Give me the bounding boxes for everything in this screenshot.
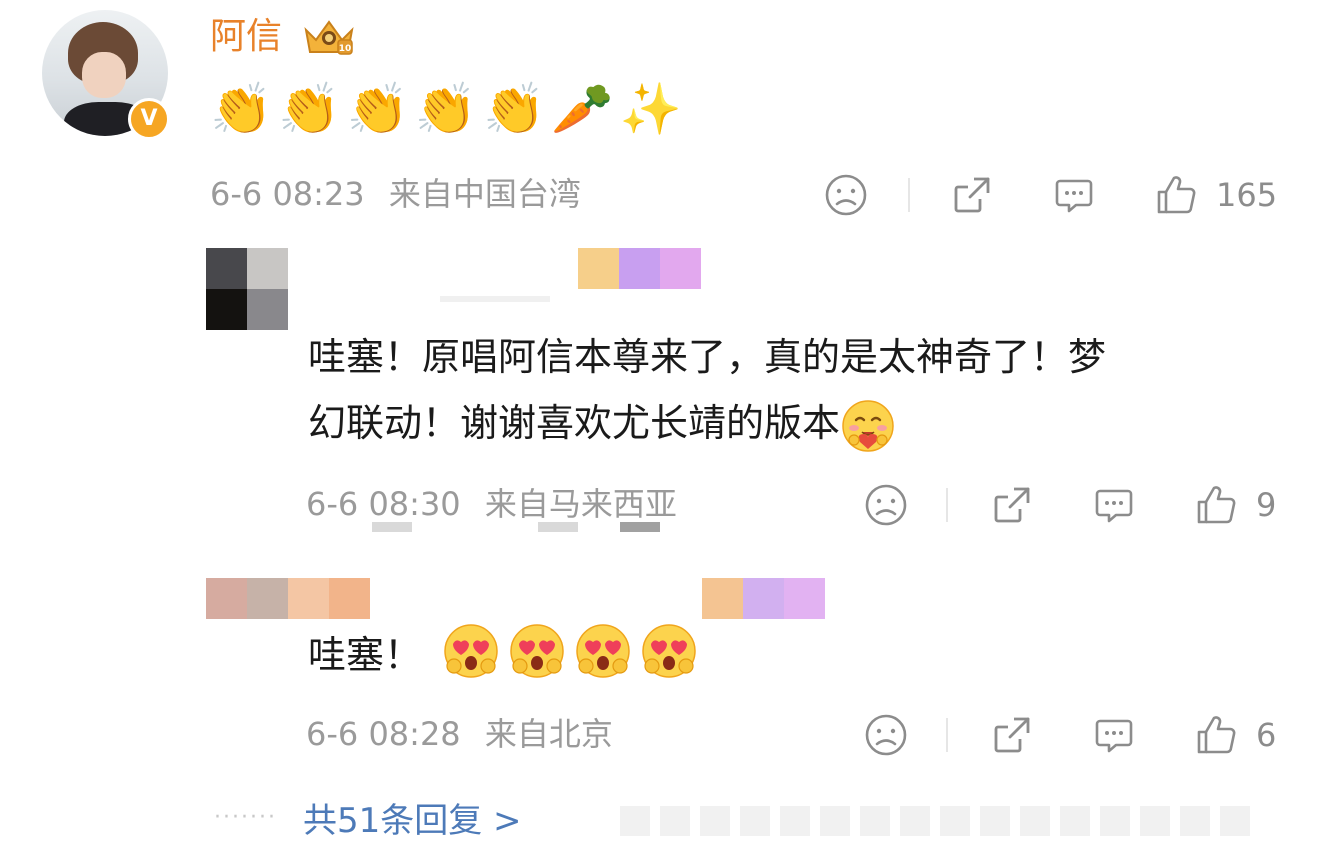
like-icon (1157, 176, 1196, 214)
clap-emoji: 👏 (278, 80, 341, 138)
location: 来自马来西亚 (484, 485, 677, 523)
like-icon (1197, 716, 1236, 754)
reply-username-mosaic (702, 578, 825, 619)
comment-icon (1095, 719, 1133, 753)
sparkles-emoji: ✨ (619, 80, 682, 138)
heart-eyes-emoji (576, 624, 630, 678)
emoji-row (442, 622, 698, 680)
location: 来自中国台湾 (388, 175, 581, 213)
heart-eyes-emoji (510, 624, 564, 678)
clap-emoji: 👏 (483, 80, 546, 138)
blurred-text (372, 522, 412, 532)
reply-username-mosaic (578, 248, 701, 289)
more-replies-link[interactable]: ······· 共51条回复 > (214, 792, 522, 842)
reply-avatar-mosaic (206, 248, 288, 330)
timestamp: 6-6 08:28 (306, 715, 461, 753)
frown-icon (825, 174, 867, 216)
blurred-text (538, 522, 578, 532)
action-bar: 165 (824, 170, 1284, 220)
frown-icon (865, 484, 907, 526)
share-icon (954, 177, 990, 213)
svg-text:10: 10 (339, 44, 352, 54)
vip-crown-icon: 10 (304, 20, 354, 55)
reply-text: 哇塞！原唱阿信本尊来了，真的是太神奇了！梦 幻联动！谢谢喜欢尤长靖的版本 (308, 324, 1106, 456)
dots-separator: ······· (214, 804, 277, 830)
share-icon (994, 717, 1030, 753)
carrot-emoji: 🥕 (551, 80, 614, 138)
like-count: 6 (1256, 716, 1277, 754)
heart-eyes-emoji (642, 624, 696, 678)
frown-icon (865, 714, 907, 756)
reply-meta: 6-6 08:30 来自马来西亚 (306, 482, 677, 526)
divider (946, 718, 948, 752)
verified-badge: V (128, 98, 170, 140)
dislike-button[interactable] (864, 480, 908, 530)
reply-avatar-mosaic (206, 578, 370, 619)
like-button[interactable]: 6 (1194, 710, 1276, 760)
blurred-footer (620, 806, 1320, 836)
reply-meta: 6-6 08:28 来自北京 (306, 712, 613, 756)
reply-text-line: 哇塞！原唱阿信本尊来了，真的是太神奇了！梦 (308, 335, 1107, 379)
clap-emoji: 👏 (210, 80, 273, 138)
comment-button[interactable] (1052, 170, 1096, 220)
comment-icon (1095, 489, 1133, 523)
reply-text: 哇塞！ (308, 633, 423, 677)
clap-emoji: 👏 (346, 80, 409, 138)
dislike-button[interactable] (864, 710, 908, 760)
share-icon (994, 487, 1030, 523)
share-button[interactable] (990, 710, 1034, 760)
username[interactable]: 阿信 (210, 12, 282, 62)
divider (946, 488, 948, 522)
clap-emoji: 👏 (414, 80, 478, 138)
timestamp: 6-6 08:23 (210, 175, 365, 213)
comment-meta: 6-6 08:23 来自中国台湾 (210, 172, 581, 216)
comment-button[interactable] (1092, 480, 1136, 530)
like-icon (1197, 486, 1236, 524)
more-replies-label: 共51条回复 > (302, 800, 522, 841)
like-button[interactable]: 9 (1194, 480, 1276, 530)
like-count: 9 (1256, 486, 1277, 524)
emoji-message: 👏 👏 👏 👏 👏 🥕 ✨ (210, 74, 682, 144)
dislike-button[interactable] (824, 170, 868, 220)
heart-eyes-emoji (444, 624, 498, 678)
location: 来自北京 (484, 715, 613, 753)
like-count: 165 (1216, 176, 1278, 214)
action-bar: 9 (864, 480, 1284, 530)
share-button[interactable] (990, 480, 1034, 530)
reply-text-line: 幻联动！谢谢喜欢尤长靖的版本 (308, 390, 1106, 456)
blurred-text (620, 522, 660, 532)
comment-button[interactable] (1092, 710, 1136, 760)
share-button[interactable] (950, 170, 994, 220)
divider (908, 178, 910, 212)
timestamp: 6-6 08:30 (306, 485, 461, 523)
comment-icon (1055, 179, 1093, 213)
like-button[interactable]: 165 (1154, 170, 1277, 220)
blurred-username (440, 296, 550, 302)
action-bar: 6 (864, 710, 1284, 760)
hug-face-emoji (842, 399, 894, 452)
